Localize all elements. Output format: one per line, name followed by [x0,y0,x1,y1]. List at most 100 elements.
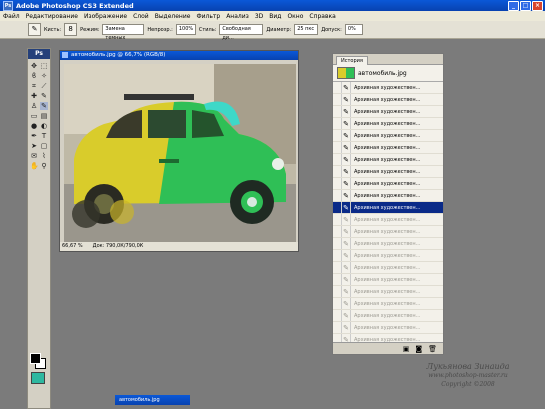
history-item[interactable]: ✎ Архивная художествен... [333,226,443,238]
art-history-brush-icon: ✎ [342,178,351,189]
history-item[interactable]: ✎ Архивная художествен... [333,310,443,322]
tolerance-field[interactable]: 0% [344,24,363,35]
menu-analysis[interactable]: Анализ [223,13,252,20]
history-source-slot[interactable] [333,226,342,237]
eyedropper-tool-icon[interactable]: ⌇ [40,152,48,160]
style-select[interactable]: Свободная ди... [219,24,264,41]
document-icon [62,52,68,58]
menu-edit[interactable]: Редактирование [23,13,81,20]
history-item[interactable]: ✎ Архивная художествен... [333,298,443,310]
lasso-tool-icon[interactable]: ϐ [30,72,38,80]
close-icon[interactable]: × [532,1,543,11]
camera-icon[interactable]: ◙ [415,345,422,353]
history-item[interactable]: ✎ Архивная художествен... [333,166,443,178]
history-item[interactable]: ✎ Архивная художествен... [333,262,443,274]
history-item[interactable]: ✎ Архивная художествен... [333,142,443,154]
zoom-tool-icon[interactable]: ⚲ [40,162,48,170]
gradient-tool-icon[interactable]: ▤ [40,112,48,120]
history-item[interactable]: ✎ Архивная художествен... [333,130,443,142]
move-tool-icon[interactable]: ✥ [30,62,38,70]
pen-tool-icon[interactable]: ✒ [30,132,38,140]
history-source-slot[interactable] [333,214,342,225]
tool-preset-icon[interactable]: ✎ [28,23,41,36]
history-source-slot[interactable] [333,166,342,177]
shape-tool-icon[interactable]: ▢ [40,142,48,150]
history-item[interactable]: ✎ Архивная художествен... [333,214,443,226]
history-tab[interactable]: История [336,56,368,65]
history-item[interactable]: ✎ Архивная художествен... [333,106,443,118]
type-tool-icon[interactable]: T [40,132,48,140]
hand-tool-icon[interactable]: ✋ [30,162,39,170]
history-item[interactable]: ✎ Архивная художествен... [333,178,443,190]
history-source-slot[interactable] [333,106,342,117]
history-source-slot[interactable] [333,250,342,261]
minimized-document[interactable]: автомобиль.jpg [115,395,190,405]
menu-view[interactable]: Вид [266,13,284,20]
quick-mask-icon[interactable] [31,372,45,384]
history-source-slot[interactable] [333,142,342,153]
eraser-tool-icon[interactable]: ▭ [30,112,38,120]
history-source-slot[interactable] [333,94,342,105]
history-item[interactable]: ✎ Архивная художествен... [333,118,443,130]
maximize-icon[interactable]: □ [520,1,531,11]
dodge-tool-icon[interactable]: ◐ [40,122,48,130]
magic-wand-tool-icon[interactable]: ✧ [40,72,48,80]
marquee-tool-icon[interactable]: ⬚ [40,62,48,70]
minimize-icon[interactable]: _ [508,1,519,11]
notes-tool-icon[interactable]: ✉ [30,152,38,160]
brush-tool-icon[interactable]: ✎ [40,92,48,100]
history-source-slot[interactable] [333,262,342,273]
history-source-slot[interactable] [333,118,342,129]
history-item[interactable]: ✎ Архивная художествен... [333,274,443,286]
history-item[interactable]: ✎ Архивная художествен... [333,202,443,214]
history-source-slot[interactable] [333,202,342,213]
history-item[interactable]: ✎ Архивная художествен... [333,154,443,166]
trash-icon[interactable]: 🗑 [428,345,437,353]
healing-brush-tool-icon[interactable]: ✚ [30,92,38,100]
foreground-color-swatch[interactable] [30,353,41,364]
document-title: автомобиль.jpg @ 66,7% (RGB/8) [71,52,166,58]
mode-select[interactable]: Замена темных [102,24,145,41]
history-item[interactable]: ✎ Архивная художествен... [333,238,443,250]
area-field[interactable]: 25 пкс [294,24,319,35]
history-item[interactable]: ✎ Архивная художествен... [333,82,443,94]
history-item[interactable]: ✎ Архивная художествен... [333,286,443,298]
history-item[interactable]: ✎ Архивная художествен... [333,250,443,262]
menu-help[interactable]: Справка [306,13,338,20]
style-label: Стиль: [198,26,217,33]
menu-image[interactable]: Изображение [81,13,130,20]
history-item[interactable]: ✎ Архивная художествен... [333,190,443,202]
history-item[interactable]: ✎ Архивная художествен... [333,322,443,334]
history-source-slot[interactable] [333,298,342,309]
brush-picker[interactable]: 8 [64,23,78,36]
menu-filter[interactable]: Фильтр [193,13,223,20]
history-source-slot[interactable] [333,130,342,141]
history-source-slot[interactable] [333,178,342,189]
path-selection-tool-icon[interactable]: ➤ [30,142,38,150]
history-source-slot[interactable] [333,154,342,165]
image-canvas[interactable] [64,64,296,242]
history-item[interactable]: ✎ Архивная художествен... [333,94,443,106]
history-snapshot[interactable]: автомобиль.jpg [333,65,443,82]
menu-layer[interactable]: Слой [130,13,152,20]
history-source-slot[interactable] [333,286,342,297]
crop-tool-icon[interactable]: ⌗ [30,82,38,90]
opacity-field[interactable]: 100% [175,24,196,35]
history-source-slot[interactable] [333,82,342,93]
art-history-brush-tool-icon[interactable]: ✎ [40,102,48,110]
new-document-from-state-icon[interactable]: ▣ [403,345,410,353]
menu-3d[interactable]: 3D [252,13,266,20]
history-source-slot[interactable] [333,274,342,285]
menu-select[interactable]: Выделение [152,13,194,20]
history-source-slot[interactable] [333,238,342,249]
menu-file[interactable]: Файл [0,13,23,20]
history-source-slot[interactable] [333,190,342,201]
clone-stamp-tool-icon[interactable]: ♙ [30,102,38,110]
zoom-level[interactable]: 66,67 % [62,242,83,251]
document-title-bar[interactable]: автомобиль.jpg @ 66,7% (RGB/8) [60,51,298,60]
menu-window[interactable]: Окно [284,13,306,20]
slice-tool-icon[interactable]: ⟋ [40,82,48,90]
history-source-slot[interactable] [333,310,342,321]
history-source-slot[interactable] [333,322,342,333]
blur-tool-icon[interactable]: ● [30,122,38,130]
